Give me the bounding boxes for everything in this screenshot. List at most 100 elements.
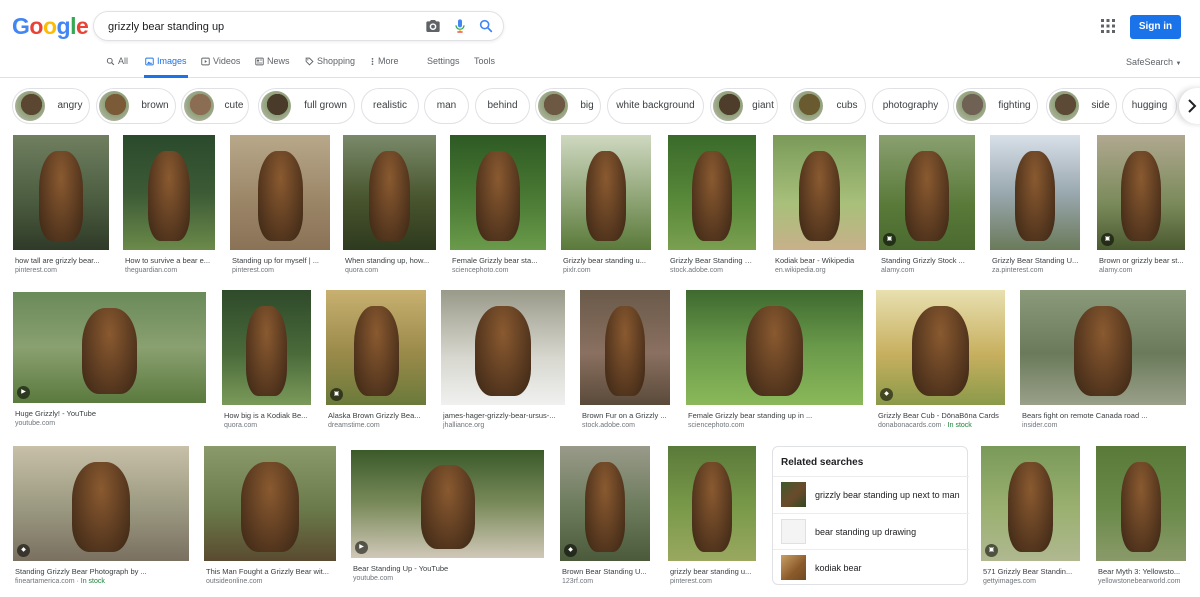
chip-big[interactable]: big (535, 88, 601, 124)
image-result[interactable]: grizzly bear standing u... pinterest.com (668, 446, 756, 597)
image-result[interactable]: Bear Myth 3: Yellowsto... yellowstonebear… (1096, 446, 1186, 597)
result-image[interactable] (773, 135, 866, 250)
result-title[interactable]: This Man Fought a Grizzly Bear wit... (206, 567, 336, 576)
image-result[interactable]: When standing up, how... quora.com (343, 135, 436, 286)
related-search-item[interactable]: grizzly bear standing up next to man (773, 476, 969, 512)
result-image[interactable]: ▣ (1097, 135, 1185, 250)
image-result[interactable]: ▶ Bear Standing Up - YouTube youtube.com (351, 450, 544, 594)
image-result[interactable]: ▣ Standing Grizzly Stock ... alamy.com (879, 135, 975, 286)
tab-tools[interactable]: Tools (474, 53, 495, 78)
chip-brown[interactable]: brown (96, 88, 176, 124)
image-result[interactable]: Female Grizzly bear standing up in ... sc… (686, 290, 863, 441)
related-search-item[interactable]: kodiak bear (773, 549, 969, 585)
result-image[interactable]: ◆ (876, 290, 1005, 405)
result-title[interactable]: james-hager-grizzly-bear-ursus-... (443, 411, 565, 420)
result-title[interactable]: Brown or grizzly bear st... (1099, 256, 1185, 265)
result-title[interactable]: Bear Myth 3: Yellowsto... (1098, 567, 1186, 576)
result-image[interactable] (1020, 290, 1186, 405)
result-image[interactable] (123, 135, 215, 250)
result-image[interactable] (668, 135, 756, 250)
image-result[interactable]: Standing up for myself | ... pinterest.co… (230, 135, 330, 286)
safesearch-dropdown[interactable]: SafeSearch ▼ (1126, 57, 1182, 67)
result-image[interactable] (13, 135, 109, 250)
result-image[interactable] (561, 135, 651, 250)
image-result[interactable]: ▣ 571 Grizzly Bear Standin... gettyimages.… (981, 446, 1080, 597)
chip-cubs[interactable]: cubs (790, 88, 866, 124)
result-image[interactable] (668, 446, 756, 561)
chip-realistic[interactable]: realistic (361, 88, 419, 124)
image-result[interactable]: how tall are grizzly bear... pinterest.co… (13, 135, 109, 286)
microphone-icon[interactable] (452, 18, 468, 34)
result-image[interactable] (230, 135, 330, 250)
result-image[interactable]: ▣ (879, 135, 975, 250)
camera-icon[interactable] (425, 18, 441, 34)
image-result[interactable]: Female Grizzly bear sta... sciencephoto.c… (450, 135, 546, 286)
tab-more[interactable]: More (370, 53, 399, 78)
related-search-item[interactable]: bear standing up drawing (773, 513, 969, 549)
apps-grid-icon[interactable] (1101, 19, 1115, 33)
chip-side[interactable]: side (1046, 88, 1117, 124)
result-title[interactable]: Huge Grizzly! - YouTube (15, 409, 206, 418)
image-result[interactable]: Kodiak bear - Wikipedia en.wikipedia.org (773, 135, 866, 286)
result-image[interactable] (1096, 446, 1186, 561)
result-image[interactable] (441, 290, 565, 405)
chip-angry[interactable]: angry (12, 88, 90, 124)
result-title[interactable]: Brown Bear Standing U... (562, 567, 650, 576)
result-title[interactable]: Kodiak bear - Wikipedia (775, 256, 866, 265)
result-image[interactable]: ◆ (13, 446, 189, 561)
result-image[interactable]: ▶ (351, 450, 544, 558)
result-title[interactable]: Grizzly Bear Standing U... (992, 256, 1080, 265)
image-result[interactable]: Grizzly Bear Standing U... za.pinterest.c… (990, 135, 1080, 286)
result-image[interactable]: ▣ (981, 446, 1080, 561)
chip-photography[interactable]: photography (872, 88, 949, 124)
tab-shopping[interactable]: Shopping (305, 53, 355, 78)
chip-fighting[interactable]: fighting (953, 88, 1038, 124)
tab-settings[interactable]: Settings (427, 53, 460, 78)
result-title[interactable]: How big is a Kodiak Be... (224, 411, 311, 420)
image-result[interactable]: james-hager-grizzly-bear-ursus-... jhalli… (441, 290, 565, 441)
image-result[interactable]: How to survive a bear e... theguardian.co… (123, 135, 215, 286)
search-input[interactable] (108, 17, 408, 37)
result-image[interactable] (580, 290, 670, 405)
tab-images[interactable]: Images (144, 53, 188, 78)
result-image[interactable] (222, 290, 311, 405)
result-image[interactable] (450, 135, 546, 250)
sign-in-button[interactable]: Sign in (1130, 15, 1181, 39)
google-logo[interactable]: Google (12, 13, 89, 40)
chip-cute[interactable]: cute (181, 88, 249, 124)
image-result[interactable]: Grizzly bear standing u... pixlr.com (561, 135, 651, 286)
result-title[interactable]: Standing Grizzly Stock ... (881, 256, 975, 265)
result-title[interactable]: Grizzly Bear Cub - DōnaBōna Cards (878, 411, 1005, 420)
result-title[interactable]: how tall are grizzly bear... (15, 256, 109, 265)
result-title[interactable]: grizzly bear standing u... (670, 567, 756, 576)
chip-white-background[interactable]: white background (607, 88, 704, 124)
chip-behind[interactable]: behind (475, 88, 530, 124)
result-title[interactable]: When standing up, how... (345, 256, 436, 265)
image-result[interactable]: Grizzly Bear Standing U... stock.adobe.co… (668, 135, 756, 286)
tab-news[interactable]: News (255, 53, 290, 78)
result-title[interactable]: Female Grizzly bear sta... (452, 256, 546, 265)
result-title[interactable]: 571 Grizzly Bear Standin... (983, 567, 1080, 576)
image-result[interactable]: ◆ Standing Grizzly Bear Photograph by ...… (13, 446, 189, 597)
image-result[interactable]: ◆ Brown Bear Standing U... 123rf.com (560, 446, 650, 597)
chip-giant[interactable]: giant (710, 88, 778, 124)
image-result[interactable]: Brown Fur on a Grizzly ... stock.adobe.co… (580, 290, 670, 441)
image-result[interactable]: ▶ Huge Grizzly! - YouTube youtube.com (13, 292, 206, 439)
result-title[interactable]: Standing up for myself | ... (232, 256, 330, 265)
tab-videos[interactable]: Videos (201, 53, 240, 78)
result-title[interactable]: Bears fight on remote Canada road ... (1022, 411, 1186, 420)
result-image[interactable] (686, 290, 863, 405)
image-result[interactable]: Bears fight on remote Canada road ... ins… (1020, 290, 1186, 441)
result-title[interactable]: Female Grizzly bear standing up in ... (688, 411, 863, 420)
result-image[interactable]: ▣ (326, 290, 426, 405)
result-title[interactable]: Grizzly Bear Standing U... (670, 256, 756, 265)
tab-all[interactable]: All (106, 53, 128, 78)
result-title[interactable]: Grizzly bear standing u... (563, 256, 651, 265)
result-title[interactable]: Standing Grizzly Bear Photograph by ... (15, 567, 189, 576)
image-result[interactable]: How big is a Kodiak Be... quora.com (222, 290, 311, 441)
chip-full-grown[interactable]: full grown (258, 88, 355, 124)
chip-man[interactable]: man (424, 88, 469, 124)
result-image[interactable] (204, 446, 336, 561)
result-image[interactable]: ▶ (13, 292, 206, 403)
result-title[interactable]: Bear Standing Up - YouTube (353, 564, 544, 573)
